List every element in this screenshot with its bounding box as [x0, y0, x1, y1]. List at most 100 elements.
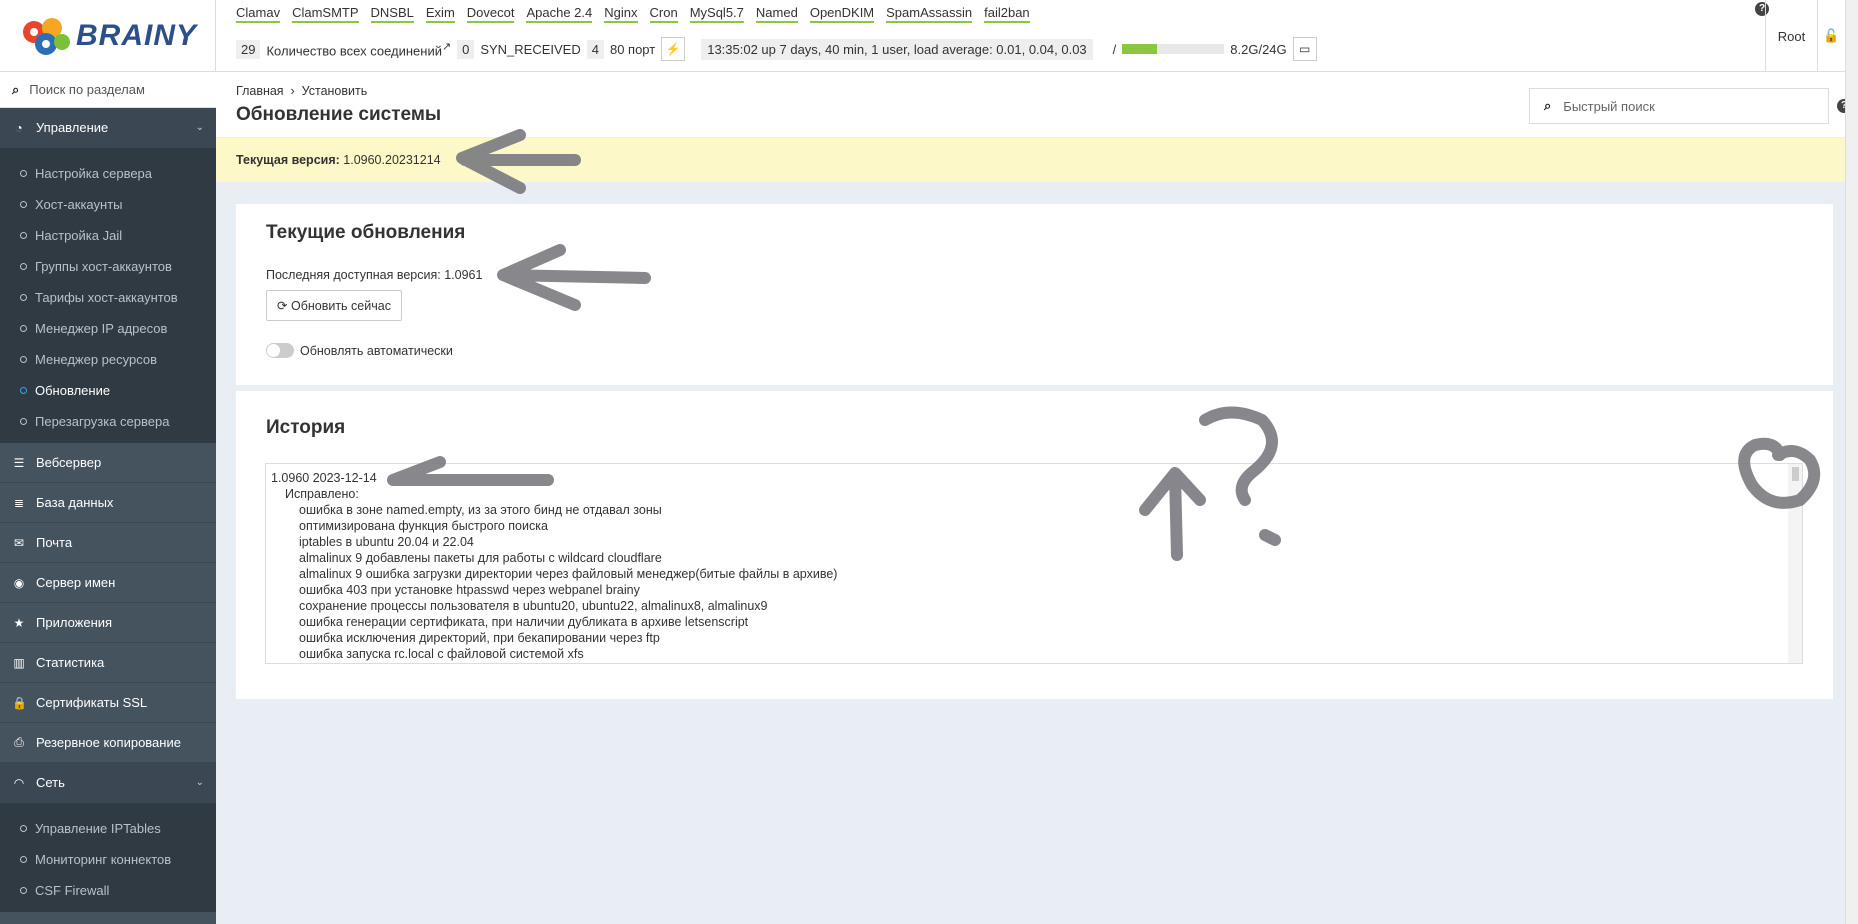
section-label: Резервное копирование — [36, 735, 181, 750]
update-now-button[interactable]: ⟳ Обновить сейчас — [266, 290, 402, 321]
circle-icon — [20, 232, 27, 239]
sidebar-item-label: Группы хост-аккаунтов — [35, 259, 172, 274]
sidebar-item-label: CSF Firewall — [35, 883, 110, 898]
plug-icon[interactable]: ⚡ — [661, 37, 686, 61]
sidebar-item[interactable]: Мониторинг коннектов — [0, 844, 216, 875]
server-icon: ☰ — [13, 455, 25, 470]
circle-icon — [20, 170, 27, 177]
service-link-clamsmtp[interactable]: ClamSMTP — [292, 5, 359, 23]
bar-chart-icon: ▥ — [13, 655, 25, 670]
main-content: Главная › Установить Обновление системы … — [216, 72, 1851, 924]
sidebar-section[interactable]: ≣ База данных — [0, 483, 216, 523]
service-link-dovecot[interactable]: Dovecot — [466, 5, 515, 23]
history-line: almalinux 9 добавлены пакеты для работы … — [299, 551, 662, 565]
history-textarea[interactable]: 1.0960 2023-12-14 Исправлено: ошибка в зон… — [265, 463, 1803, 664]
section-search-placeholder: Поиск по разделам — [29, 82, 145, 97]
service-link-dnsbl[interactable]: DNSBL — [370, 5, 414, 23]
sidebar-item[interactable]: Группы хост-аккаунтов — [0, 251, 216, 282]
syn-label: SYN_RECEIVED — [480, 41, 581, 57]
section-label: Вебсервер — [36, 455, 102, 470]
circle-icon — [20, 325, 27, 332]
page-title: Обновление системы — [236, 104, 442, 125]
auto-update-label: Обновлять автоматически — [300, 343, 453, 358]
scrollbar-top — [1845, 0, 1858, 72]
breadcrumb-current: Установить — [301, 84, 368, 98]
search-icon: ⌕ — [1544, 98, 1552, 113]
sidebar-section-network[interactable]: ◠ Сеть ⌄ — [0, 763, 216, 803]
history-line: ошибка исключения директорий, при бекапи… — [299, 631, 660, 645]
service-link-clamav[interactable]: Clamav — [236, 5, 281, 23]
circle-icon — [20, 887, 27, 894]
history-card: История 1.0960 2023-12-14 Исправлено: ошиб… — [236, 391, 1833, 699]
history-line: 1.0960 2023-12-14 — [271, 471, 377, 485]
sidebar-item-label: Менеджер ресурсов — [35, 352, 158, 367]
sidebar-item[interactable]: Настройка Jail — [0, 220, 216, 251]
service-link-mysql5-7[interactable]: MySql5.7 — [689, 5, 744, 23]
sidebar-item[interactable]: Настройка сервера — [0, 158, 216, 189]
service-link-nginx[interactable]: Nginx — [604, 5, 638, 23]
sidebar-section-management[interactable]: ◔ Управление ⌄ — [0, 108, 216, 148]
sidebar-item-label: Управление IPTables — [35, 821, 161, 836]
page-scrollbar[interactable] — [1845, 72, 1858, 924]
circle-icon — [20, 387, 27, 394]
circle-icon — [20, 856, 27, 863]
circle-icon — [20, 294, 27, 301]
sidebar-section[interactable]: ✉ Почта — [0, 523, 216, 563]
hdd-icon[interactable]: ▭ — [1292, 37, 1317, 61]
brainy-logo[interactable]: BRAINY — [0, 0, 216, 72]
sidebar-item[interactable]: Перезагрузка сервера — [0, 406, 216, 437]
service-link-exim[interactable]: Exim — [425, 5, 455, 23]
auto-update-toggle[interactable]: Обновлять автоматически — [266, 343, 453, 358]
circle-icon — [20, 418, 27, 425]
sidebar-item-label: Настройка сервера — [35, 166, 153, 181]
service-link-spamassassin[interactable]: SpamAssassin — [886, 5, 973, 23]
lock-icon[interactable]: 🔓 — [1817, 0, 1845, 72]
sidebar-item[interactable]: Тарифы хост-аккаунтов — [0, 282, 216, 313]
sidebar-section[interactable]: ▥ Статистика — [0, 643, 216, 683]
sidebar-item[interactable]: Менеджер ресурсов — [0, 344, 216, 375]
sidebar-item[interactable]: CSF Firewall — [0, 875, 216, 906]
sidebar-section[interactable]: ☰ Вебсервер — [0, 443, 216, 483]
section-label: Статистика — [36, 655, 105, 670]
sidebar-item-label: Менеджер IP адресов — [35, 321, 168, 336]
section-search[interactable]: ⌕ Поиск по разделам — [0, 72, 216, 108]
service-link-fail2ban[interactable]: fail2ban — [984, 5, 1030, 23]
history-title: История — [266, 417, 346, 438]
sidebar-section[interactable]: ★ Приложения — [0, 603, 216, 643]
current-version-bar: Текущая версия: 1.0960.20231214 — [216, 137, 1845, 182]
hdd-icon: ⎙ — [14, 735, 24, 749]
sidebar-item[interactable]: Управление IPTables — [0, 813, 216, 844]
envelope-icon: ✉ — [13, 535, 25, 550]
sidebar-item-label: Настройка Jail — [35, 228, 123, 243]
textarea-scrollbar[interactable] — [1788, 464, 1802, 663]
user-name: Root — [1777, 28, 1806, 44]
sidebar-item[interactable]: Хост-аккаунты — [0, 189, 216, 220]
sidebar-section[interactable]: ◉ Сервер имен — [0, 563, 216, 603]
history-line: ошибка 403 при установке htpasswd через … — [299, 583, 640, 597]
database-icon: ≣ — [13, 495, 25, 510]
service-link-named[interactable]: Named — [755, 5, 798, 23]
sidebar-item[interactable]: Менеджер IP адресов — [0, 313, 216, 344]
sidebar-item[interactable]: Обновление — [0, 375, 216, 406]
port-count: 4 — [586, 39, 604, 59]
uptime: 13:35:02 up 7 days, 40 min, 1 user, load… — [701, 38, 1093, 60]
disk-usage-bar — [1122, 44, 1225, 54]
user-menu[interactable]: Root — [1765, 0, 1817, 72]
history-line: оптимизирована функция быстрого поиска — [299, 519, 548, 533]
section-label: Управление — [36, 120, 109, 135]
sidebar-section[interactable]: ⎙ Резервное копирование — [0, 723, 216, 763]
refresh-icon: ⟳ — [277, 299, 288, 313]
connections-link[interactable]: Количество всех соединений↗ — [266, 40, 451, 58]
quick-search-input[interactable]: ⌕ Быстрый поиск — [1529, 88, 1829, 124]
service-link-cron[interactable]: Cron — [649, 5, 678, 23]
gears-logo-icon — [22, 18, 70, 55]
connections-count: 29 — [236, 39, 261, 59]
sidebar: ⌕ Поиск по разделам ◔ Управление ⌄ Настройк… — [0, 72, 216, 924]
section-label: База данных — [36, 495, 114, 510]
sidebar-section[interactable]: 🔒 Сертификаты SSL — [0, 683, 216, 723]
breadcrumb-home[interactable]: Главная — [236, 84, 284, 98]
rss-icon: ◠ — [13, 775, 25, 790]
toggle-switch[interactable] — [266, 343, 294, 358]
service-link-apache-2-4[interactable]: Apache 2.4 — [526, 5, 593, 23]
service-link-opendkim[interactable]: OpenDKIM — [809, 5, 875, 23]
